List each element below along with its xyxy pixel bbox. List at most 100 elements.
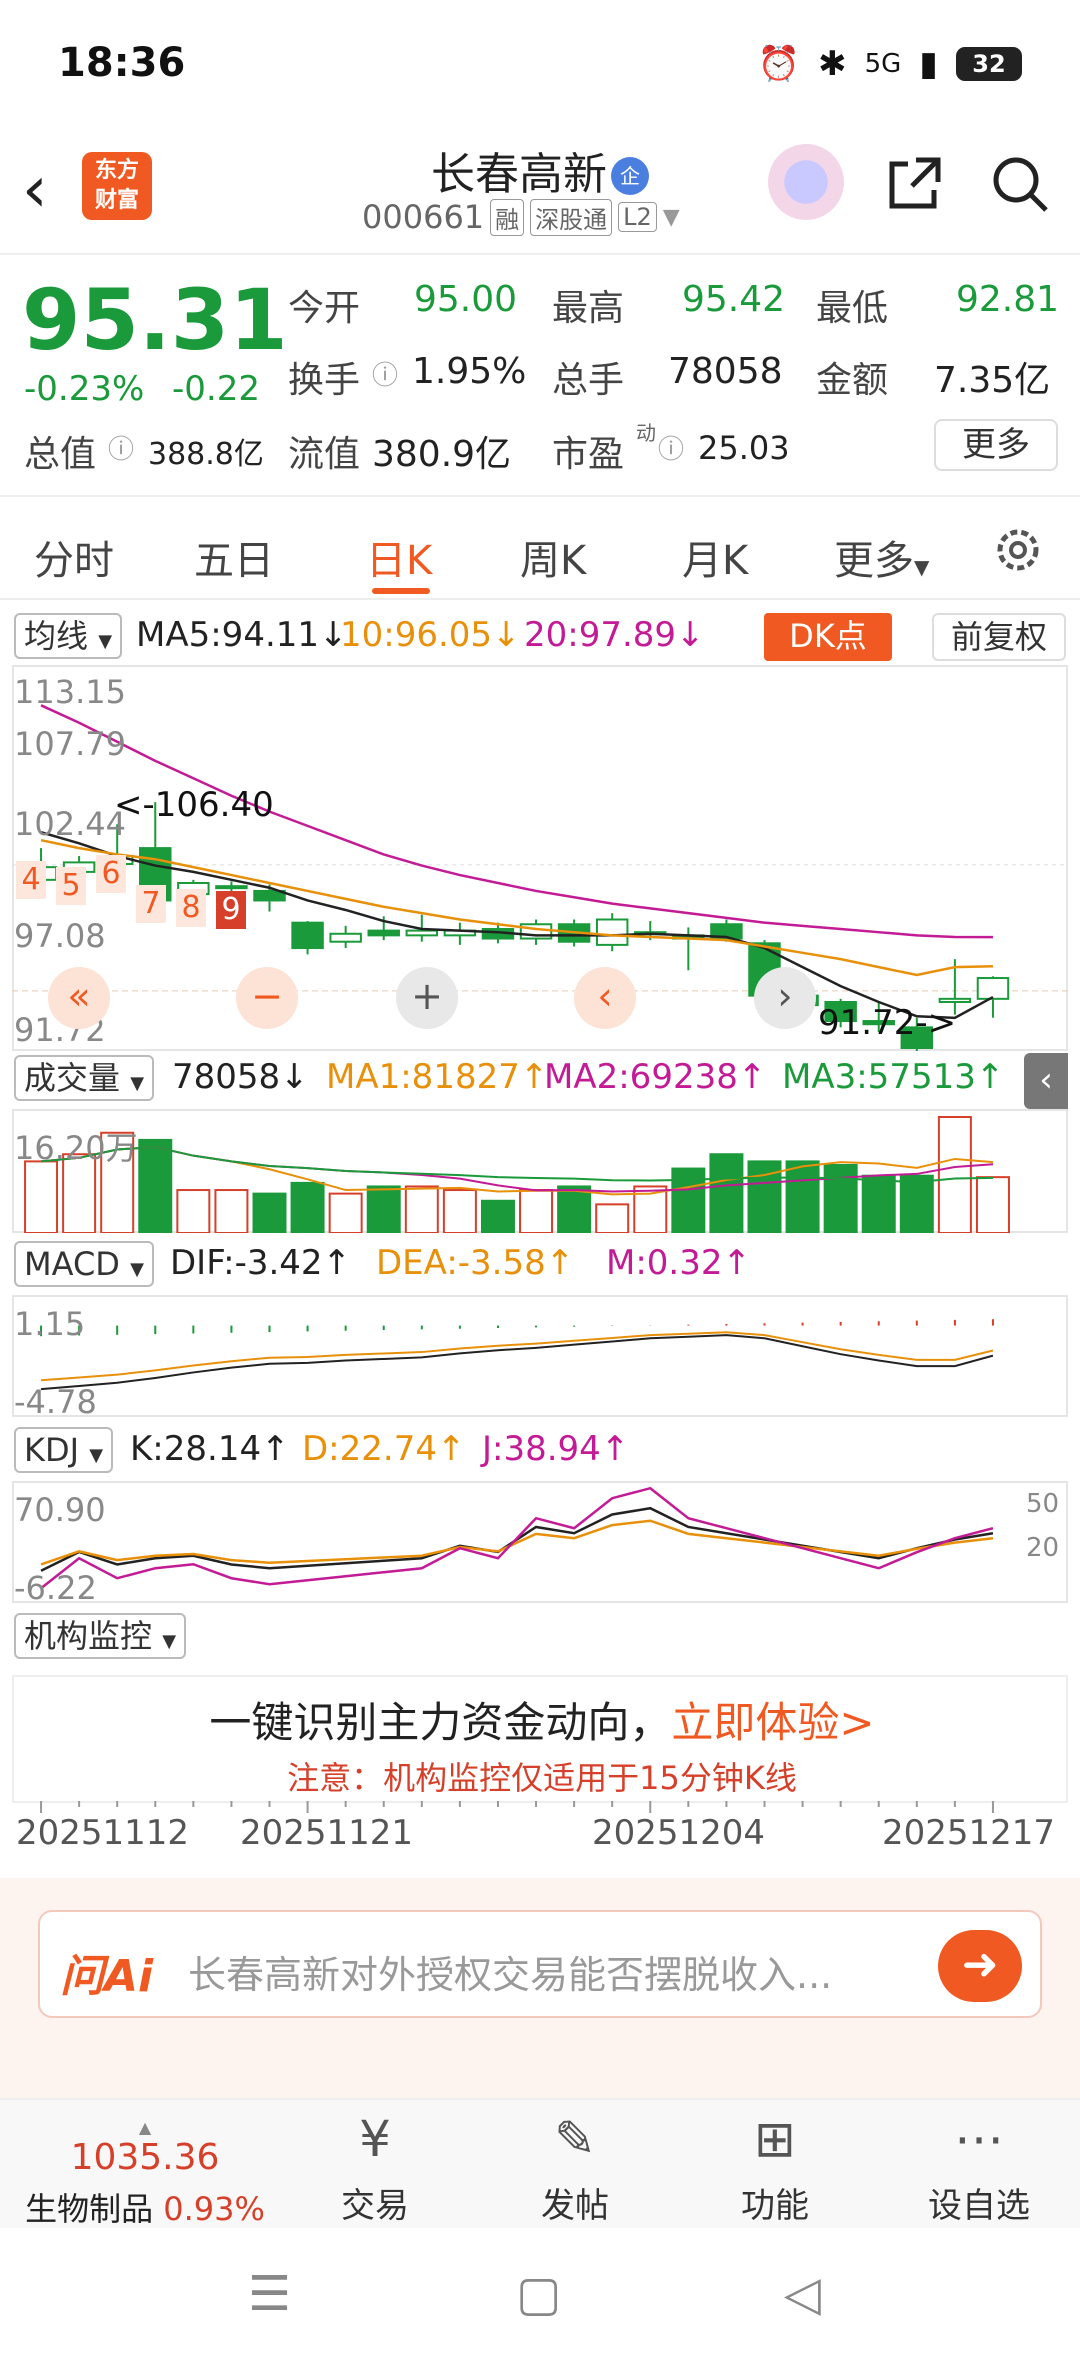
candle-body <box>291 921 324 950</box>
price-axis-label: 97.08 <box>14 917 106 955</box>
tab-more[interactable]: 更多▼ <box>834 528 929 586</box>
home-icon[interactable]: ▢ <box>516 2266 561 2322</box>
total-cap-value: 388.8亿 <box>148 437 264 472</box>
macd-selector[interactable]: MACD ▼ <box>14 1241 154 1287</box>
sector-widget[interactable]: ▲ 1035.36 生物制品 0.93% <box>10 2118 280 2230</box>
dif-legend: DIF:-3.42↑ <box>170 1243 352 1283</box>
function-button[interactable]: ⊞ 功能 <box>700 2100 850 2227</box>
total-cap-label: 总值 <box>24 434 97 475</box>
sector-name: 生物制品 <box>25 2190 154 2228</box>
volume-legend: 78058↓ <box>172 1057 309 1097</box>
stock-code: 000661 <box>362 198 485 236</box>
volume-plot <box>24 1116 1010 1233</box>
price-axis-label: 113.15 <box>14 673 126 711</box>
stock-subtitle[interactable]: 000661 融 深股通 L2 ▼ <box>362 198 680 236</box>
turnover-value: 1.95% <box>412 351 527 392</box>
promo-link[interactable]: 立即体验> <box>671 1698 874 1747</box>
tab-weekly-k[interactable]: 周K <box>520 528 586 586</box>
day-counter: 7 <box>136 885 166 923</box>
ma-selector[interactable]: 均线 ▼ <box>14 613 123 659</box>
day-counter: 6 <box>96 855 126 893</box>
info-icon[interactable]: ⓘ <box>372 355 398 392</box>
kdj-k-legend: K:28.14↑ <box>130 1429 290 1469</box>
macd-axis-label: -4.78 <box>14 1383 97 1421</box>
settings-gear-icon[interactable] <box>992 524 1044 576</box>
search-icon[interactable] <box>988 152 1052 216</box>
volume-bar <box>937 1116 972 1233</box>
float-cap-value: 380.9亿 <box>372 434 512 475</box>
prev-icon[interactable]: ‹ <box>574 967 636 1029</box>
volume-value: 78058 <box>668 351 783 392</box>
open-label: 今开 <box>288 288 361 329</box>
day-counter-current: 9 <box>216 891 246 929</box>
volume-bar <box>557 1185 592 1233</box>
bottom-toolbar: ▲ 1035.36 生物制品 0.93% ¥ 交易 ✎ 发帖 ⊞ 功能 ⋯ 设自选 <box>0 2098 1080 2228</box>
macd-plot <box>40 1319 994 1391</box>
menu-icon[interactable]: ☰ <box>248 2266 291 2322</box>
date-label: 20251217 <box>882 1813 1056 1853</box>
kdj-d-line <box>40 1519 994 1566</box>
date-label: 20251112 <box>16 1813 190 1853</box>
dropdown-icon: ▼ <box>98 631 113 652</box>
add-watchlist-button[interactable]: ⋯ 设自选 <box>904 2100 1054 2227</box>
info-icon[interactable]: ⓘ <box>108 429 134 466</box>
institution-selector[interactable]: 机构监控 ▼ <box>14 1613 187 1659</box>
promo-note: 注意：机构监控仅适用于15分钟K线 <box>287 1759 797 1797</box>
volume-bar <box>519 1189 554 1233</box>
tag-connect: 深股通 <box>530 198 613 236</box>
share-icon[interactable] <box>886 154 944 212</box>
kdj-right-label: 50 <box>1026 1489 1060 1519</box>
high-label: 最高 <box>552 288 625 329</box>
volume-bar <box>595 1203 630 1233</box>
institution-promo[interactable]: 一键识别主力资金动向，立即体验> 注意：机构监控仅适用于15分钟K线 <box>12 1675 1068 1803</box>
more-dots-icon: ⋯ <box>954 2110 1004 2168</box>
date-label: 20251204 <box>592 1813 766 1853</box>
tab-monthly-k[interactable]: 月K <box>682 528 748 586</box>
more-button[interactable]: 更多 <box>934 419 1058 471</box>
tab-intraday[interactable]: 分时 <box>34 528 114 586</box>
kdj-selector-label: KDJ <box>24 1431 80 1469</box>
function-label: 功能 <box>741 2186 809 2226</box>
next-icon[interactable]: › <box>754 967 816 1029</box>
pe-label: 市盈 <box>552 434 625 475</box>
edit-icon: ✎ <box>554 2110 596 2168</box>
kdj-plot <box>40 1486 994 1590</box>
zoom-out-icon[interactable]: − <box>236 967 298 1029</box>
kdj-d-legend: D:22.74↑ <box>302 1429 466 1469</box>
assistant-avatar[interactable] <box>768 144 844 220</box>
volume-bar <box>176 1189 211 1233</box>
post-button[interactable]: ✎ 发帖 <box>500 2100 650 2227</box>
day-counter: 8 <box>176 889 206 927</box>
collapse-side-icon[interactable]: ‹ <box>1024 1053 1068 1109</box>
info-icon[interactable]: ⓘ <box>658 429 684 466</box>
arrow-right-icon[interactable]: ➜ <box>938 1930 1022 2002</box>
promo-headline: 一键识别主力资金动向，立即体验> <box>14 1689 1070 1750</box>
float-cap-label: 流值 <box>288 434 361 475</box>
volume-bar <box>252 1192 287 1233</box>
tab-five-day[interactable]: 五日 <box>194 528 274 586</box>
volume-bar <box>975 1176 1010 1233</box>
signal-bars-icon: ▮ <box>919 44 938 84</box>
add-watchlist-label: 设自选 <box>928 2186 1030 2226</box>
ai-question-bar[interactable]: 问Ai 长春高新对外授权交易能否摆脱收入... ➜ <box>38 1910 1042 2018</box>
enterprise-badge: 企 <box>611 157 649 195</box>
tab-daily-k[interactable]: 日K <box>366 528 432 586</box>
volume-selector[interactable]: 成交量 ▼ <box>14 1055 155 1101</box>
dk-point-button[interactable]: DK点 <box>764 613 892 661</box>
adjust-button[interactable]: 前复权 <box>932 613 1066 661</box>
kdj-selector[interactable]: KDJ ▼ <box>14 1427 114 1473</box>
ma20-legend: 20:97.89↓ <box>524 615 705 655</box>
fast-back-icon[interactable]: « <box>48 967 110 1029</box>
system-nav-bar: ☰ ▢ ◁ <box>0 2228 1080 2362</box>
volume-bar <box>328 1192 363 1233</box>
price-axis-label: 107.79 <box>14 725 126 763</box>
volume-bar <box>480 1199 515 1233</box>
amount-value: 7.35亿 <box>934 360 1051 401</box>
back-nav-icon[interactable]: ◁ <box>784 2266 821 2322</box>
stock-name: 长春高新 <box>431 149 607 200</box>
zoom-in-icon[interactable]: + <box>396 967 458 1029</box>
trade-button[interactable]: ¥ 交易 <box>300 2100 450 2227</box>
candle-body <box>367 929 400 937</box>
kline-chart[interactable]: 均线 ▼ MA5:94.11↓ 10:96.05↓ 20:97.89↓ DK点 … <box>12 605 1068 1870</box>
dropdown-icon: ▼ <box>662 204 680 230</box>
